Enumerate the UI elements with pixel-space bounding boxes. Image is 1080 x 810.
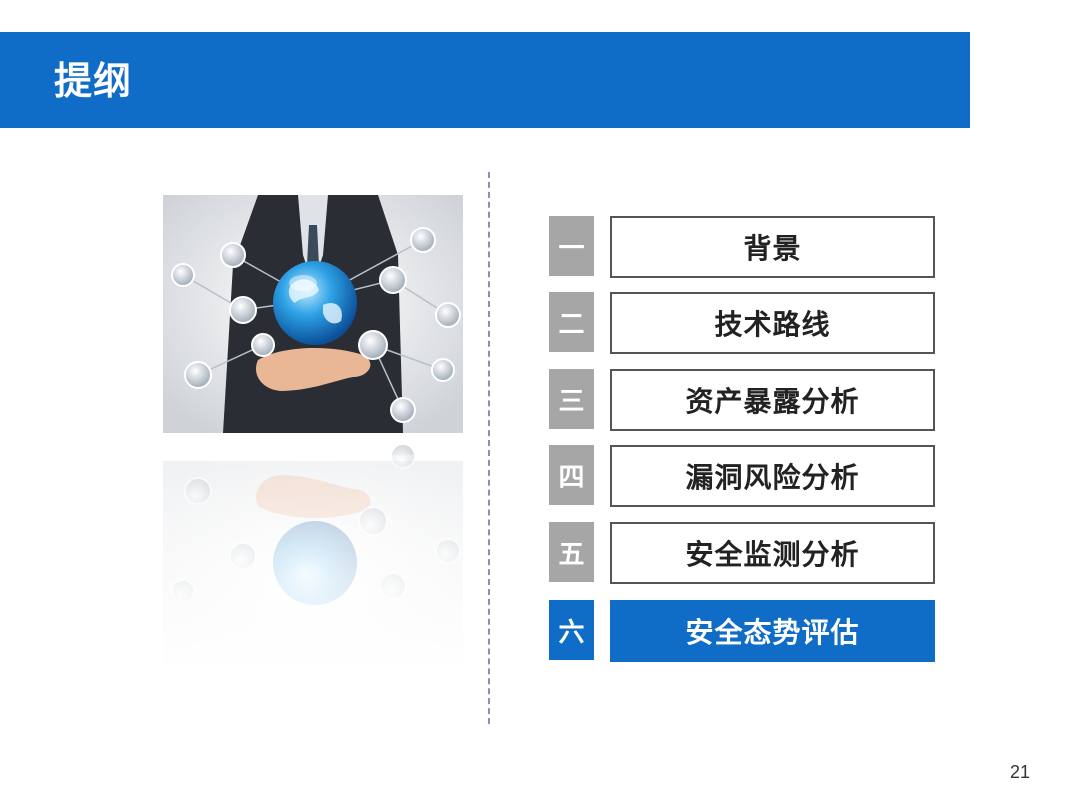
slide-title: 提纲 <box>54 59 133 103</box>
outline-item-label: 漏洞风险分析 <box>610 445 935 507</box>
outline-item-label: 背景 <box>610 216 935 278</box>
outline-item-number: 三 <box>549 369 594 429</box>
outline-item-4[interactable]: 四 漏洞风险分析 <box>549 445 935 507</box>
vertical-dashed-divider <box>488 172 490 724</box>
outline-item-label: 安全态势评估 <box>610 600 935 662</box>
title-bar <box>0 32 970 128</box>
outline-item-label: 安全监测分析 <box>610 522 935 584</box>
outline-item-5[interactable]: 五 安全监测分析 <box>549 522 935 584</box>
outline-item-6-active[interactable]: 六 安全态势评估 <box>549 600 935 662</box>
outline-item-label: 资产暴露分析 <box>610 369 935 431</box>
outline-item-label: 技术路线 <box>610 292 935 354</box>
outline-item-number: 一 <box>549 216 594 276</box>
outline-item-1[interactable]: 一 背景 <box>549 216 935 278</box>
outline-item-number: 四 <box>549 445 594 505</box>
network-globe-illustration <box>163 195 463 673</box>
page-number: 21 <box>1010 762 1031 782</box>
outline-item-2[interactable]: 二 技术路线 <box>549 292 935 354</box>
outline-item-number: 六 <box>549 600 594 660</box>
outline-item-number: 二 <box>549 292 594 352</box>
outline-item-number: 五 <box>549 522 594 582</box>
outline-item-3[interactable]: 三 资产暴露分析 <box>549 369 935 431</box>
